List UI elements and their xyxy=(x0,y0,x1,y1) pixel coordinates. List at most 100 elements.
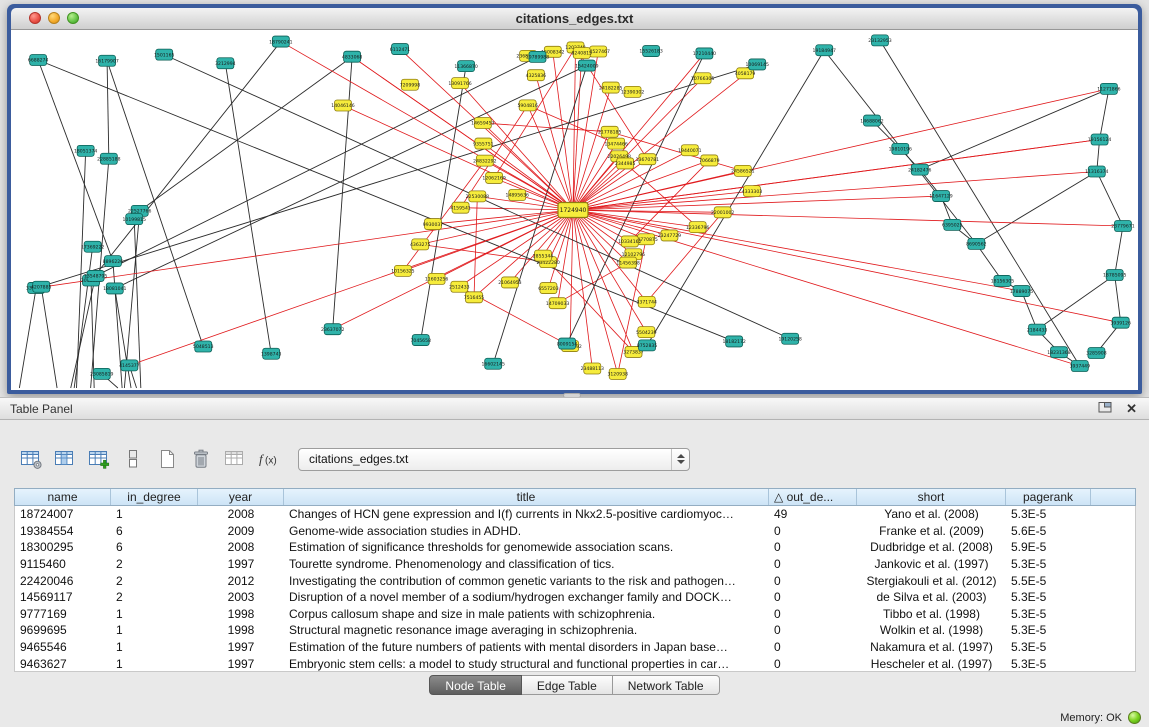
graph-node[interactable]: 19440071 xyxy=(678,145,701,156)
graph-node[interactable]: 15424009 xyxy=(575,60,598,71)
graph-node[interactable]: 18182172 xyxy=(722,336,745,347)
graph-edge[interactable] xyxy=(140,57,352,211)
graph-edge[interactable] xyxy=(548,210,573,288)
graph-node[interactable]: 22885188 xyxy=(97,153,120,164)
graph-node[interactable]: 19184947 xyxy=(813,45,836,56)
graph-node[interactable]: 10156325 xyxy=(391,265,414,276)
column-header-title[interactable]: title xyxy=(284,489,769,505)
graph-edge[interactable] xyxy=(880,40,1080,366)
select-columns-icon[interactable] xyxy=(52,446,78,472)
graph-node[interactable]: 18785095 xyxy=(1103,270,1126,281)
graph-node[interactable]: 7209998 xyxy=(400,79,421,90)
graph-node[interactable]: 2184433 xyxy=(1027,324,1048,335)
function-builder-icon[interactable]: f(x) xyxy=(256,446,282,472)
graph-node[interactable]: 18081041 xyxy=(103,283,126,294)
graph-node[interactable]: 18790241 xyxy=(269,36,292,47)
graph-node[interactable]: 2855344 xyxy=(533,250,554,261)
graph-node[interactable]: 13670781 xyxy=(636,154,659,165)
graph-edge[interactable] xyxy=(403,161,485,271)
graph-node[interactable]: 8009154 xyxy=(557,338,578,349)
delete-table-icon[interactable] xyxy=(222,446,248,472)
graph-node[interactable]: 15526183 xyxy=(639,46,662,57)
graph-edge[interactable] xyxy=(1097,172,1123,227)
column-header-year[interactable]: year xyxy=(198,489,284,505)
graph-node[interactable]: 6688274 xyxy=(28,55,49,66)
graph-node[interactable]: 4833068 xyxy=(342,51,363,62)
graph-node[interactable]: 10199815 xyxy=(123,214,146,225)
graph-node[interactable]: 24832292 xyxy=(473,155,496,166)
graph-edge[interactable] xyxy=(573,210,1123,226)
graph-node[interactable]: 5048513 xyxy=(193,341,214,352)
graph-node[interactable]: 14046146 xyxy=(331,100,354,111)
graph-node[interactable]: 16179907 xyxy=(95,55,118,66)
graph-node[interactable]: 2344985 xyxy=(615,158,636,169)
graph-edge[interactable] xyxy=(573,210,646,332)
close-window-button[interactable] xyxy=(29,12,41,24)
edit-table-icon[interactable] xyxy=(86,446,112,472)
graph-node[interactable]: 12390302 xyxy=(621,86,644,97)
graph-edge[interactable] xyxy=(36,210,573,288)
graph-edge[interactable] xyxy=(920,89,1109,170)
graph-node[interactable]: 8752835 xyxy=(637,340,658,351)
graph-node[interactable]: 4145377 xyxy=(119,360,140,371)
graph-node[interactable]: 18051374 xyxy=(74,145,97,156)
graph-node[interactable]: 7045658 xyxy=(410,335,431,346)
graph-hub-node[interactable]: 1724940 xyxy=(558,203,588,218)
graph-node[interactable]: 6395025 xyxy=(942,219,963,230)
graph-edge[interactable] xyxy=(41,287,57,388)
graph-node[interactable]: 24586521 xyxy=(731,165,754,176)
graph-node[interactable]: 19156124 xyxy=(1088,134,1111,145)
graph-node[interactable]: 12062169 xyxy=(482,172,505,183)
graph-node[interactable]: 1398743 xyxy=(261,348,282,359)
graph-node[interactable]: 18231368 xyxy=(1047,347,1070,358)
graph-node[interactable]: 21064953 xyxy=(498,277,521,288)
graph-node[interactable]: 21778185 xyxy=(598,126,621,137)
table-row[interactable]: 2242004622012Investigating the contribut… xyxy=(15,572,1135,589)
graph-edge[interactable] xyxy=(573,196,941,210)
graph-edge[interactable] xyxy=(536,75,573,210)
graph-edge[interactable] xyxy=(36,64,757,288)
graph-node[interactable]: 6112471 xyxy=(390,44,411,55)
graph-node[interactable]: 16602145 xyxy=(481,358,504,369)
graph-node[interactable]: 14688062 xyxy=(860,115,883,126)
graph-edge[interactable] xyxy=(1100,89,1109,140)
tab-node-table[interactable]: Node Table xyxy=(429,675,522,695)
graph-node[interactable]: 14659453 xyxy=(471,118,494,129)
graph-edge[interactable] xyxy=(74,247,92,388)
column-header-out_de[interactable]: △ out_de... xyxy=(769,489,857,505)
graph-node[interactable]: 3120938 xyxy=(607,369,628,380)
table-row[interactable]: 946362711997Embryonic stem cells: a mode… xyxy=(15,655,1135,672)
graph-node[interactable]: 18156305 xyxy=(991,275,1014,286)
network-canvas[interactable]: 5904816432583616008342120274814527467241… xyxy=(11,30,1138,390)
graph-node[interactable]: 9930037 xyxy=(423,219,444,230)
graph-edge[interactable] xyxy=(96,57,538,276)
graph-edge[interactable] xyxy=(558,210,573,303)
graph-node[interactable]: 2512433 xyxy=(449,281,470,292)
graph-node[interactable]: 13474466 xyxy=(604,138,627,149)
graph-node[interactable]: 23085819 xyxy=(90,368,113,379)
graph-node[interactable]: 8240815 xyxy=(572,47,593,58)
column-header-in_degree[interactable]: in_degree xyxy=(111,489,198,505)
table-row[interactable]: 1830029562008Estimation of significance … xyxy=(15,539,1135,556)
tab-edge-table[interactable]: Edge Table xyxy=(522,675,613,695)
graph-edge[interactable] xyxy=(77,151,86,388)
graph-node[interactable]: 24182285 xyxy=(599,82,622,93)
table-row[interactable]: 911546021997Tourette syndrome. Phenomeno… xyxy=(15,556,1135,573)
graph-node[interactable]: 10766305 xyxy=(691,73,714,84)
graph-edge[interactable] xyxy=(19,288,36,388)
graph-edge[interactable] xyxy=(573,172,1097,210)
tab-network-table[interactable]: Network Table xyxy=(613,675,720,695)
graph-node[interactable]: 11271866 xyxy=(1097,83,1120,94)
graph-node[interactable]: 14895636 xyxy=(506,189,529,200)
close-panel-icon[interactable]: ✕ xyxy=(1126,402,1137,415)
graph-edge[interactable] xyxy=(570,210,573,346)
graph-node[interactable]: 4159541 xyxy=(450,202,471,213)
graph-edge[interactable] xyxy=(420,244,548,262)
zoom-window-button[interactable] xyxy=(67,12,79,24)
graph-edge[interactable] xyxy=(1115,226,1123,275)
graph-node[interactable]: 3371744 xyxy=(636,296,657,307)
graph-node[interactable]: 10334162 xyxy=(618,236,641,247)
graph-edge[interactable] xyxy=(573,210,698,227)
graph-node[interactable]: 19810196 xyxy=(889,143,912,154)
graph-node[interactable]: 5904816 xyxy=(517,100,538,111)
